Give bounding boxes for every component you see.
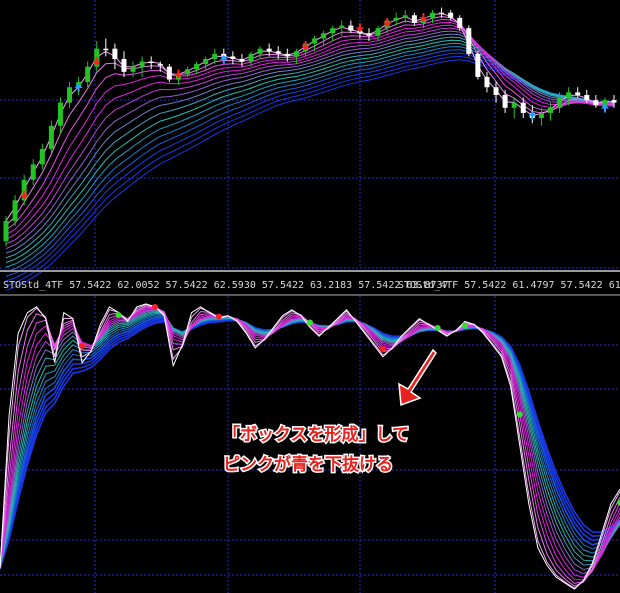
candle-body-15 — [139, 61, 145, 67]
candle-body-12 — [112, 48, 118, 59]
candle-body-61 — [557, 97, 563, 108]
annotation-line-2: ピンクが青を下抜ける — [223, 454, 393, 475]
osc-green-dot-1 — [307, 319, 313, 326]
osc-green-dot-4 — [516, 411, 523, 418]
candle-body-65 — [593, 100, 599, 106]
candle-body-60 — [547, 107, 553, 113]
candle-body-30 — [275, 51, 281, 54]
candle-body-9 — [85, 66, 91, 83]
candle-body-27 — [248, 53, 254, 62]
candle-body-62 — [566, 92, 572, 98]
candle-body-51 — [466, 28, 472, 54]
candle-body-57 — [520, 102, 526, 113]
candle-body-67 — [611, 100, 617, 103]
candle-body-32 — [293, 51, 299, 57]
osc-red-dot-0 — [79, 342, 86, 349]
candle-body-59 — [538, 112, 544, 119]
candle-body-17 — [157, 64, 163, 66]
candle-body-49 — [448, 12, 454, 18]
candle-body-48 — [439, 12, 445, 15]
candle-body-52 — [475, 53, 481, 77]
candle-body-6 — [57, 102, 63, 126]
candle-body-36 — [330, 28, 336, 34]
candle-body-29 — [266, 48, 272, 52]
candle-body-38 — [348, 25, 354, 31]
candle-body-50 — [457, 17, 463, 29]
candle-body-13 — [121, 58, 127, 72]
candle-body-64 — [584, 94, 590, 101]
candle-body-55 — [502, 94, 508, 108]
candle-body-44 — [402, 15, 408, 18]
candle-body-7 — [67, 87, 73, 103]
candle-body-45 — [411, 15, 417, 23]
osc-red-dot-1 — [152, 303, 158, 310]
indicator-header-left: STOStd_4TF 57.5422 62.0052 57.5422 62.59… — [3, 280, 449, 291]
candle-body-43 — [393, 17, 399, 21]
trading-chart: STOStd_4TF 57.5422 62.0052 57.5422 62.59… — [0, 0, 620, 593]
candle-body-20 — [184, 69, 190, 75]
candle-body-56 — [511, 102, 517, 108]
indicator-header-right: STOStd_4TF 57.5422 61.4797 57.5422 61.04… — [398, 280, 620, 291]
candle-body-31 — [284, 53, 290, 57]
candle-body-4 — [39, 148, 45, 165]
candle-body-22 — [203, 58, 209, 65]
osc-red-dot-3 — [379, 345, 386, 352]
candle-body-37 — [339, 25, 345, 29]
candle-body-21 — [194, 64, 200, 70]
osc-green-dot-0 — [115, 311, 122, 318]
candle-body-40 — [366, 33, 372, 36]
candle-body-3 — [30, 164, 36, 180]
osc-red-dot-2 — [215, 313, 222, 320]
candle-body-53 — [484, 76, 490, 88]
candle-body-28 — [257, 48, 263, 54]
candle-body-47 — [430, 12, 436, 18]
candle-body-26 — [239, 58, 245, 62]
osc-green-dot-2 — [434, 324, 441, 331]
candle-body-1 — [12, 200, 18, 221]
candle-body-34 — [312, 38, 318, 44]
candle-body-0 — [3, 220, 9, 242]
candle-body-14 — [130, 66, 136, 72]
candle-body-11 — [103, 48, 109, 51]
candle-body-23 — [212, 53, 218, 59]
candle-body-5 — [48, 125, 54, 149]
annotation-line-1: 「ボックスを形成」して — [223, 424, 409, 445]
osc-green-dot-3 — [462, 322, 468, 329]
candle-body-25 — [230, 56, 236, 59]
candle-body-41 — [375, 28, 381, 36]
candle-body-16 — [148, 61, 154, 64]
pane-separator — [0, 270, 620, 272]
candle-body-18 — [166, 66, 172, 80]
candle-body-63 — [575, 92, 581, 95]
candle-body-54 — [493, 87, 499, 95]
candle-body-35 — [321, 33, 327, 39]
